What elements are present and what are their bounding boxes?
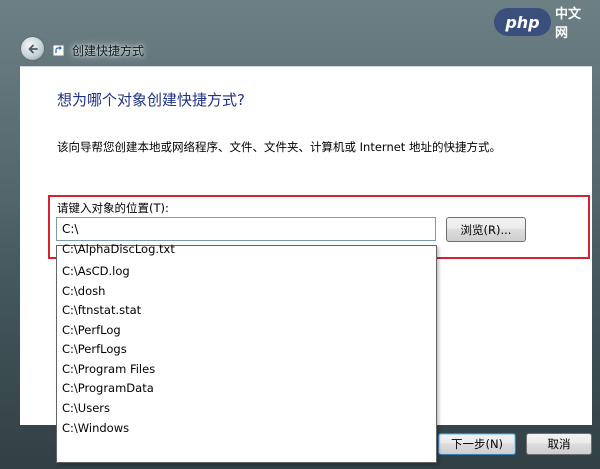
cancel-button[interactable]: 取消 <box>526 433 592 455</box>
watermark-logo-badge: php <box>494 8 551 36</box>
autocomplete-item[interactable]: C:\PerfLog <box>57 321 436 341</box>
autocomplete-item[interactable]: C:\Windows <box>57 419 436 439</box>
autocomplete-item[interactable]: C:\dosh <box>57 282 436 302</box>
window-title: 创建快捷方式 <box>72 44 145 58</box>
shortcut-icon <box>52 44 65 57</box>
watermark-logo-text: 中文网 <box>554 7 581 41</box>
autocomplete-dropdown: C:\AlphaDiscLog.txt C:\AsCD.log C:\dosh … <box>56 242 437 463</box>
back-arrow-icon <box>28 44 38 53</box>
autocomplete-item[interactable]: C:\ftnstat.stat <box>57 301 436 321</box>
title-bar: 创建快捷方式 php 中文网 <box>0 0 600 66</box>
next-button[interactable]: 下一步(N) <box>438 433 516 455</box>
autocomplete-item[interactable]: C:\AlphaDiscLog.txt <box>57 240 436 260</box>
autocomplete-item[interactable]: C:\PerfLogs <box>57 340 436 360</box>
location-label: 请键入对象的位置(T): <box>57 201 169 215</box>
autocomplete-item[interactable]: C:\Users <box>57 399 436 419</box>
watermark-logo: php 中文网 <box>494 4 592 41</box>
browse-button[interactable]: 浏览(R)... <box>446 217 526 242</box>
back-button[interactable] <box>20 36 45 61</box>
autocomplete-item[interactable]: C:\Program Files <box>57 360 436 380</box>
autocomplete-item[interactable]: C:\ProgramData <box>57 379 436 399</box>
autocomplete-item[interactable]: C:\AsCD.log <box>57 262 436 282</box>
page-heading: 想为哪个对象创建快捷方式? <box>57 91 245 109</box>
location-input[interactable] <box>56 217 436 241</box>
wizard-description: 该向导帮您创建本地或网络程序、文件、文件夹、计算机或 Internet 地址的快… <box>57 140 501 154</box>
